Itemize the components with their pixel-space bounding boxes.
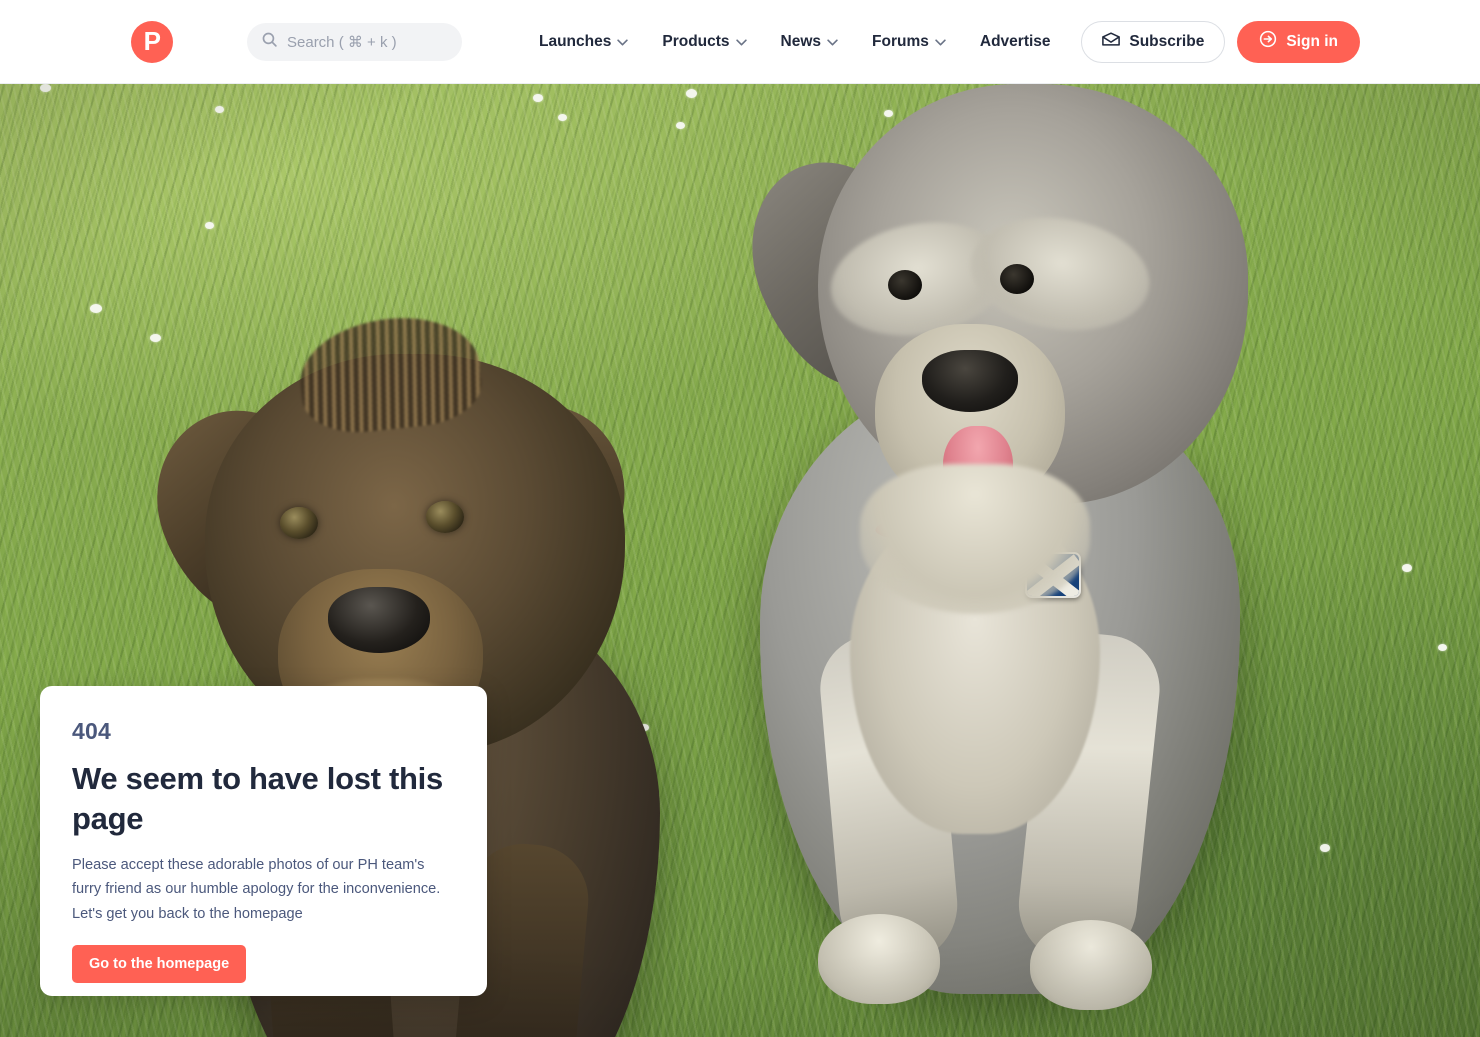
brown-dog-eye (280, 507, 318, 539)
sign-in-button[interactable]: Sign in (1237, 20, 1360, 63)
grey-dog-nose (922, 350, 1018, 412)
daisy (1438, 644, 1447, 651)
daisy (90, 304, 102, 313)
product-hunt-logo[interactable]: P (131, 20, 173, 63)
nav-label: Forums (872, 32, 929, 50)
login-arrow-icon (1259, 30, 1277, 53)
header-actions: Subscribe Sign in (1081, 20, 1360, 63)
subscribe-button[interactable]: Subscribe (1081, 20, 1226, 63)
logo-letter: P (143, 26, 161, 56)
chevron-down-icon (827, 33, 838, 51)
page-root: P Search ( ⌘ + k ) Launches Products New… (0, 0, 1480, 1037)
grey-dog-paw (1030, 920, 1152, 1010)
nav-item-news[interactable]: News (781, 33, 839, 51)
sign-in-label: Sign in (1286, 32, 1338, 50)
search-input[interactable]: Search ( ⌘ + k ) (247, 22, 462, 61)
grey-dog-eye (1000, 264, 1034, 294)
daisy (533, 94, 543, 102)
nav-label: News (780, 32, 822, 50)
envelope-icon (1102, 32, 1121, 51)
grey-dog-beard (860, 464, 1090, 614)
nav-label: Products (662, 32, 730, 50)
daisy (686, 89, 697, 98)
error-code: 404 (72, 718, 111, 744)
nav-label: Advertise (979, 32, 1051, 50)
daisy (205, 222, 214, 229)
nav-item-advertise[interactable]: Advertise (980, 33, 1051, 51)
error-description: Please accept these adorable photos of o… (72, 857, 441, 922)
search-placeholder: Search ( ⌘ + k ) (287, 33, 397, 51)
grey-dog-eye (888, 270, 922, 300)
page-title: We seem to have lost this page (72, 761, 443, 836)
brown-dog-eye (426, 501, 464, 533)
chevron-down-icon (617, 33, 629, 51)
nav-label: Launches (539, 32, 612, 50)
daisy (215, 106, 224, 113)
daisy (558, 114, 567, 121)
chevron-down-icon (735, 33, 747, 51)
daisy (40, 84, 51, 92)
site-header: P Search ( ⌘ + k ) Launches Products New… (0, 0, 1480, 84)
nav-item-launches[interactable]: Launches (539, 32, 629, 51)
grey-dog (700, 84, 1340, 1034)
main-navigation: Launches Products News Forums Advertise (539, 33, 1051, 51)
nav-item-products[interactable]: Products (662, 32, 747, 51)
subscribe-label: Subscribe (1129, 32, 1205, 50)
error-404-card: 404 We seem to have lost this page Pleas… (40, 686, 487, 996)
daisy (1402, 564, 1412, 572)
chevron-down-icon (935, 33, 946, 51)
go-to-homepage-button[interactable]: Go to the homepage (72, 944, 247, 983)
search-icon (261, 31, 278, 53)
daisy (676, 122, 685, 129)
brown-dog-nose (328, 587, 430, 653)
nav-item-forums[interactable]: Forums (872, 33, 946, 51)
grey-dog-paw (818, 914, 940, 1004)
